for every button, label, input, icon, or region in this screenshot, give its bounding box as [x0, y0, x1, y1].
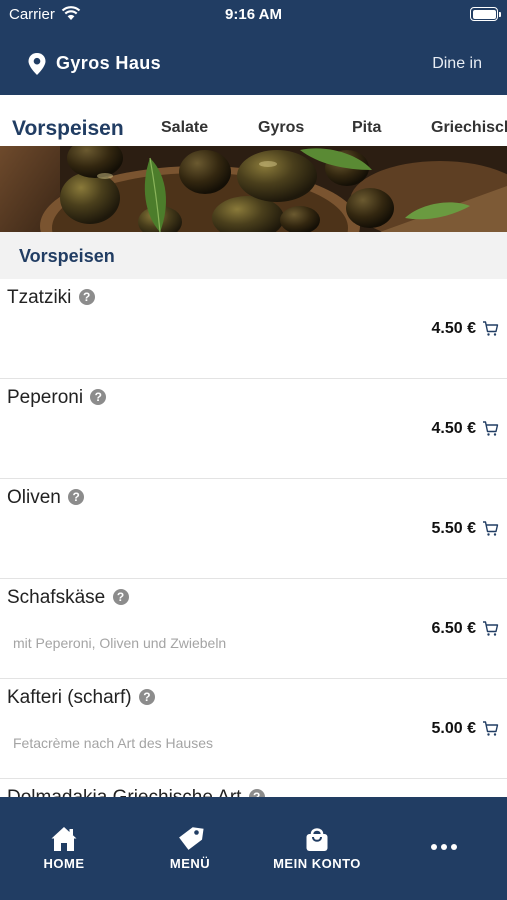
item-name-wrap: Oliven ? [7, 487, 85, 509]
item-price: 4.50 € [431, 420, 476, 437]
cart-icon[interactable] [482, 420, 499, 437]
item-price: 5.00 € [431, 720, 476, 737]
item-price: 4.50 € [431, 320, 476, 337]
item-name: Tzatziki [7, 287, 72, 308]
item-name: Dolmadakia Griechische Art [7, 787, 241, 797]
nav-menu-label: MENÜ [169, 856, 211, 871]
category-tabs: Vorspeisen Salate Gyros Pita Griechisch [0, 100, 507, 146]
menu-item[interactable]: Schafskäse ? mit Peperoni, Oliven und Zw… [0, 579, 507, 679]
cart-icon[interactable] [482, 320, 499, 337]
item-name: Oliven [7, 487, 61, 508]
item-name: Peperoni [7, 387, 84, 408]
menu-item[interactable]: Kafteri (scharf) ? Fetacrème nach Art de… [0, 679, 507, 779]
nav-home-label: HOME [43, 856, 85, 871]
item-name: Kafteri (scharf) [7, 687, 132, 708]
cart-icon[interactable] [482, 720, 499, 737]
tab-gyros[interactable]: Gyros [258, 119, 304, 137]
app-header: Carrier 9:16 AM Gyros Haus Dine in [0, 0, 507, 95]
menu-item-list[interactable]: Tzatziki ? 4.50 € Peperoni ? 4.50 € Oliv… [0, 279, 507, 797]
item-name-wrap: Schafskäse ? [7, 587, 129, 609]
item-name: Schafskäse [7, 587, 106, 608]
category-banner-image [0, 146, 507, 232]
cart-icon[interactable] [482, 520, 499, 537]
store-name[interactable]: Gyros Haus [56, 53, 161, 74]
item-name-wrap: Peperoni ? [7, 387, 107, 409]
info-icon[interactable]: ? [78, 289, 95, 305]
menu-item[interactable]: Oliven ? 5.50 € [0, 479, 507, 579]
item-description: Fetacrème nach Art des Hauses [13, 735, 213, 751]
info-icon[interactable]: ? [68, 489, 85, 505]
home-icon [51, 827, 77, 851]
nav-home[interactable]: HOME [4, 825, 124, 871]
nav-account-label: MEIN KONTO [273, 856, 361, 871]
order-mode-button[interactable]: Dine in [432, 55, 482, 73]
menu-item[interactable]: Peperoni ? 4.50 € [0, 379, 507, 479]
section-title: Vorspeisen [19, 246, 115, 266]
info-icon[interactable]: ? [248, 789, 265, 797]
section-header: Vorspeisen [0, 232, 507, 279]
info-icon[interactable]: ? [90, 389, 107, 405]
item-price: 6.50 € [431, 620, 476, 637]
status-time: 9:16 AM [225, 6, 282, 23]
bottom-tab-bar: HOME MENÜ MEIN KONTO [0, 797, 507, 900]
menu-item[interactable]: Dolmadakia Griechische Art ? [0, 779, 507, 797]
location-pin-icon[interactable] [27, 52, 47, 76]
item-description: mit Peperoni, Oliven und Zwiebeln [13, 635, 227, 651]
tag-icon [179, 827, 204, 850]
info-icon[interactable]: ? [138, 689, 155, 705]
item-name-wrap: Tzatziki ? [7, 287, 95, 309]
tab-salate[interactable]: Salate [161, 119, 208, 137]
bag-icon [306, 828, 328, 851]
more-icon [431, 844, 457, 850]
tab-vorspeisen[interactable]: Vorspeisen [12, 117, 124, 141]
tab-griechisch[interactable]: Griechisch [431, 119, 507, 137]
item-name-wrap: Kafteri (scharf) ? [7, 687, 155, 709]
status-bar: Carrier 9:16 AM [0, 0, 507, 28]
nav-more[interactable] [384, 825, 504, 864]
item-name-wrap: Dolmadakia Griechische Art ? [7, 787, 265, 797]
info-icon[interactable]: ? [112, 589, 129, 605]
item-price: 5.50 € [431, 520, 476, 537]
cart-icon[interactable] [482, 620, 499, 637]
battery-icon [470, 7, 501, 21]
menu-item[interactable]: Tzatziki ? 4.50 € [0, 279, 507, 379]
tab-pita[interactable]: Pita [352, 119, 381, 137]
nav-account[interactable]: MEIN KONTO [257, 825, 377, 871]
nav-menu[interactable]: MENÜ [130, 825, 250, 871]
